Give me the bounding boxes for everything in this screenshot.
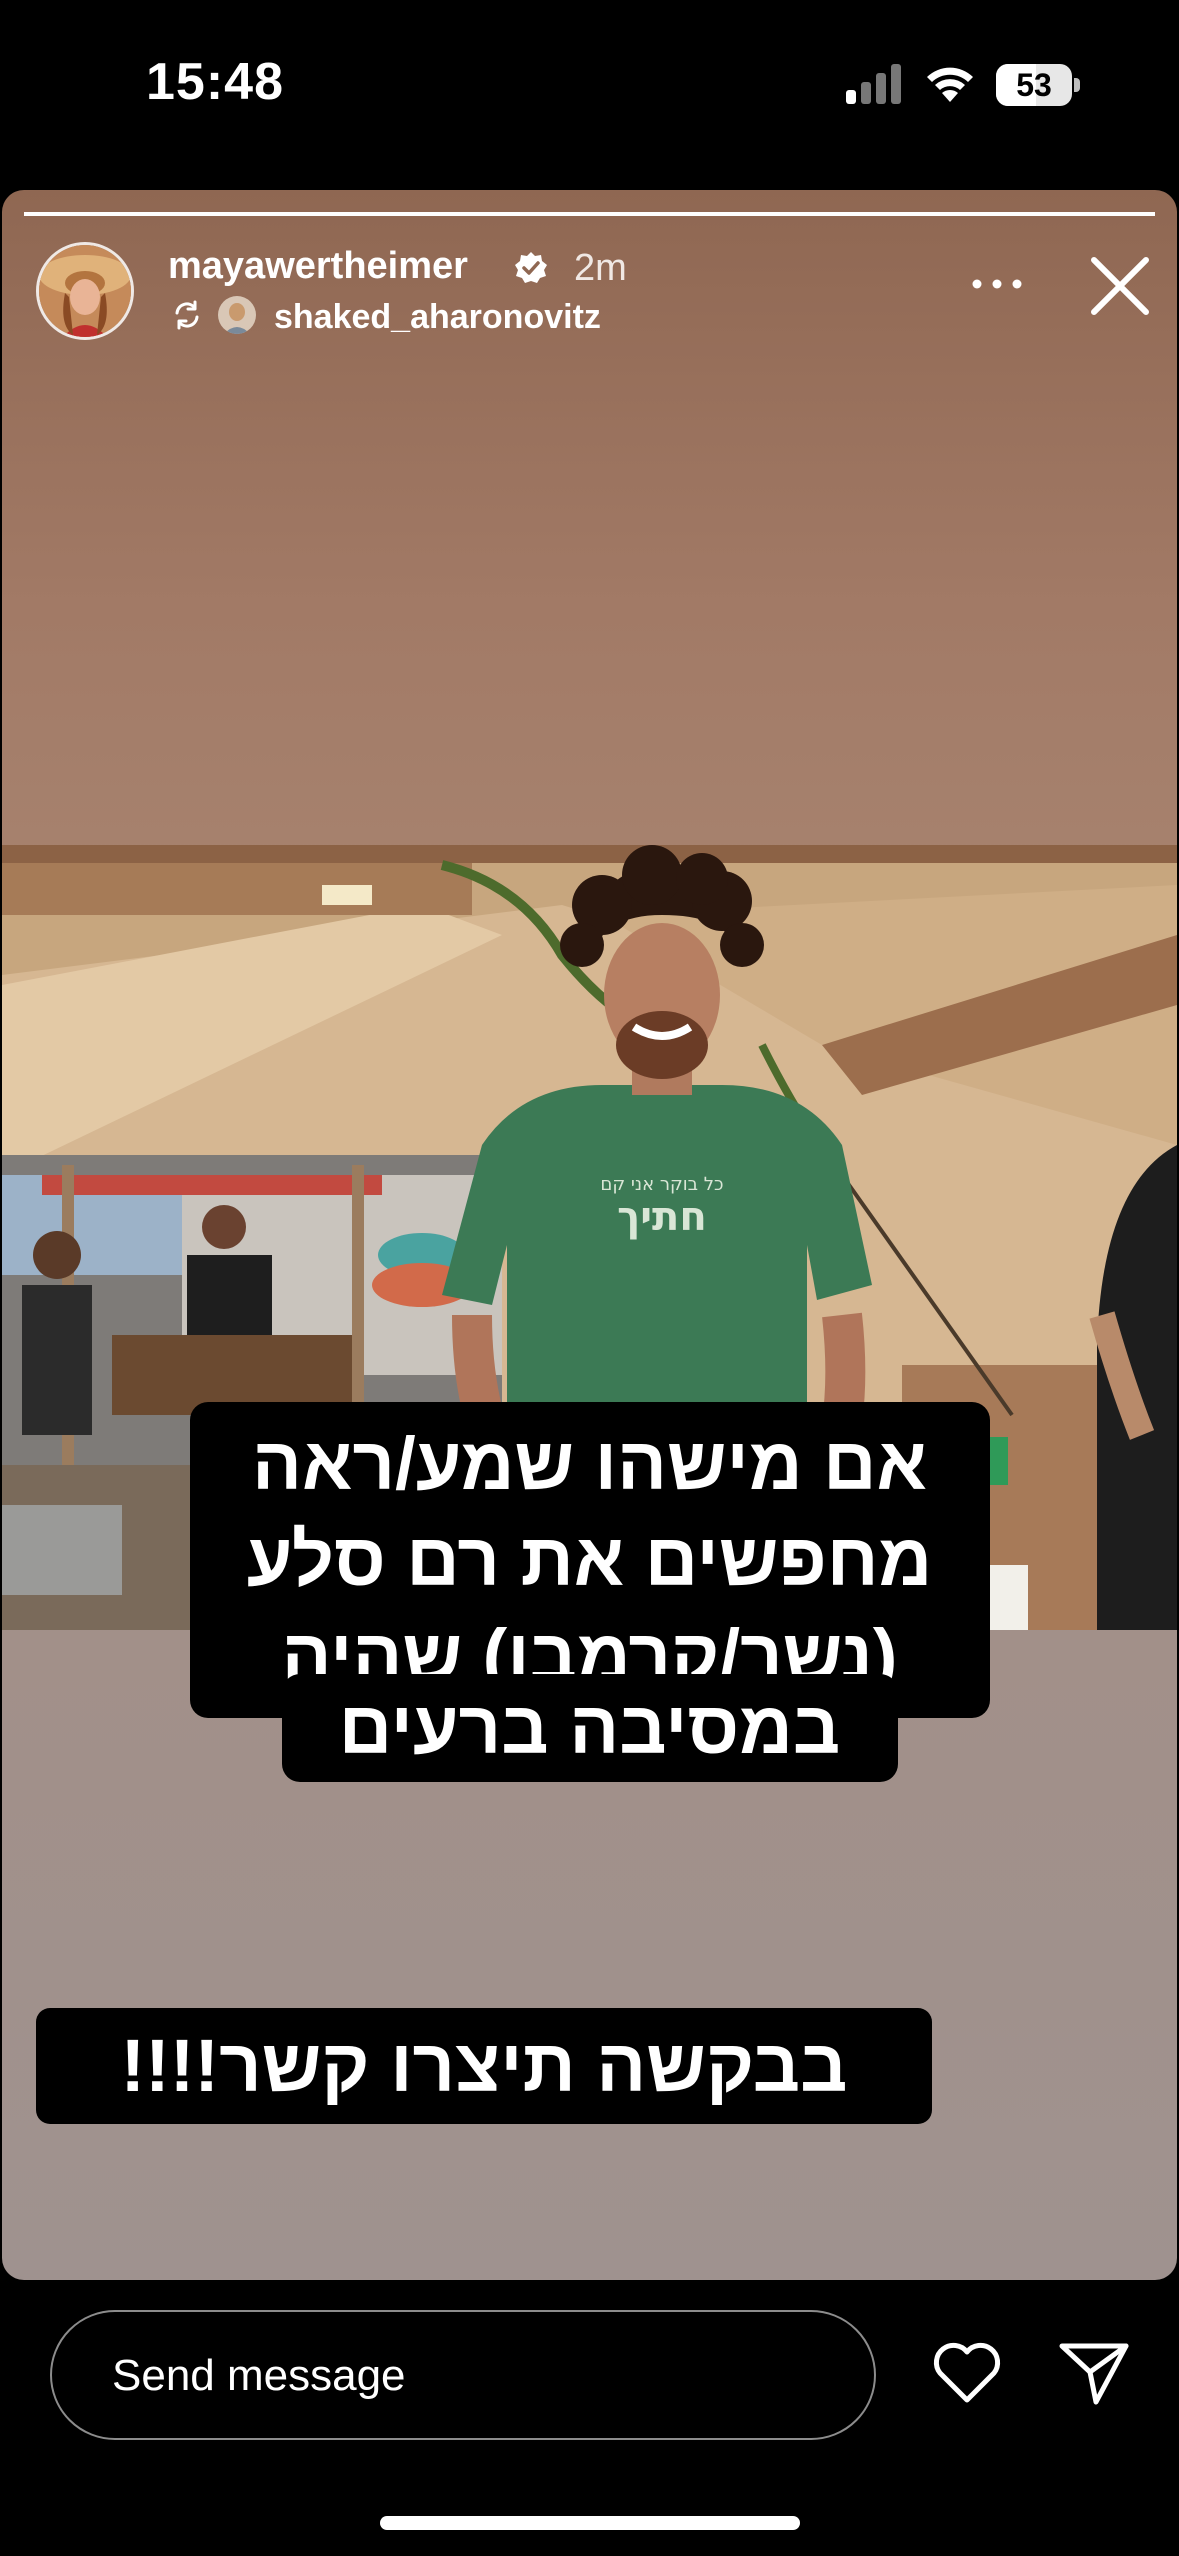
message-composer[interactable] (50, 2310, 876, 2440)
status-bar: 15:48 53 (0, 0, 1179, 180)
shirt-print-line1: כל בוקר אני קם (600, 1174, 723, 1195)
author-avatar[interactable] (36, 242, 134, 340)
wifi-icon (927, 67, 973, 102)
caption-line-1: אם מישהו שמע/ראה (252, 1422, 927, 1505)
send-message-input[interactable] (110, 2312, 814, 2440)
story-timestamp: 2m (574, 247, 627, 289)
verified-badge-icon (515, 252, 547, 283)
story-viewer[interactable]: mayawertheimer 2m shaked_aharonovitz כל … (2, 190, 1177, 2280)
caption-block-tail: במסיבה ברעים (2, 1674, 1177, 1782)
source-username[interactable]: shaked_aharonovitz (274, 298, 601, 337)
story-progress-bar (24, 212, 1155, 216)
cellular-signal-icon (846, 64, 901, 104)
status-time: 15:48 (146, 53, 284, 111)
caption-extra: בבקשה תיצרו קשר!!!! (36, 2008, 932, 2124)
author-username[interactable]: mayawertheimer (168, 245, 468, 288)
send-icon[interactable] (1056, 2338, 1132, 2408)
close-icon[interactable] (1086, 252, 1154, 320)
caption-line-4: במסיבה ברעים (281, 1674, 898, 1782)
caption-line-2: מחפשים את רם סלע (246, 1518, 933, 1601)
battery-percentage: 53 (1016, 67, 1052, 103)
heart-icon[interactable] (930, 2338, 1004, 2406)
battery-indicator: 53 (996, 64, 1080, 106)
shirt-print-line2: חתיך (617, 1194, 707, 1240)
repost-icon (175, 300, 199, 330)
caption-block-main: אם מישהו שמע/ראה מחפשים את רם סלע (נשר/ק… (2, 1402, 1177, 1718)
source-avatar[interactable] (218, 296, 256, 334)
caption-block-plea: בבקשה תיצרו קשר!!!! (36, 2008, 932, 2124)
more-horizontal-icon[interactable] (970, 274, 1024, 294)
home-indicator[interactable] (380, 2516, 800, 2530)
